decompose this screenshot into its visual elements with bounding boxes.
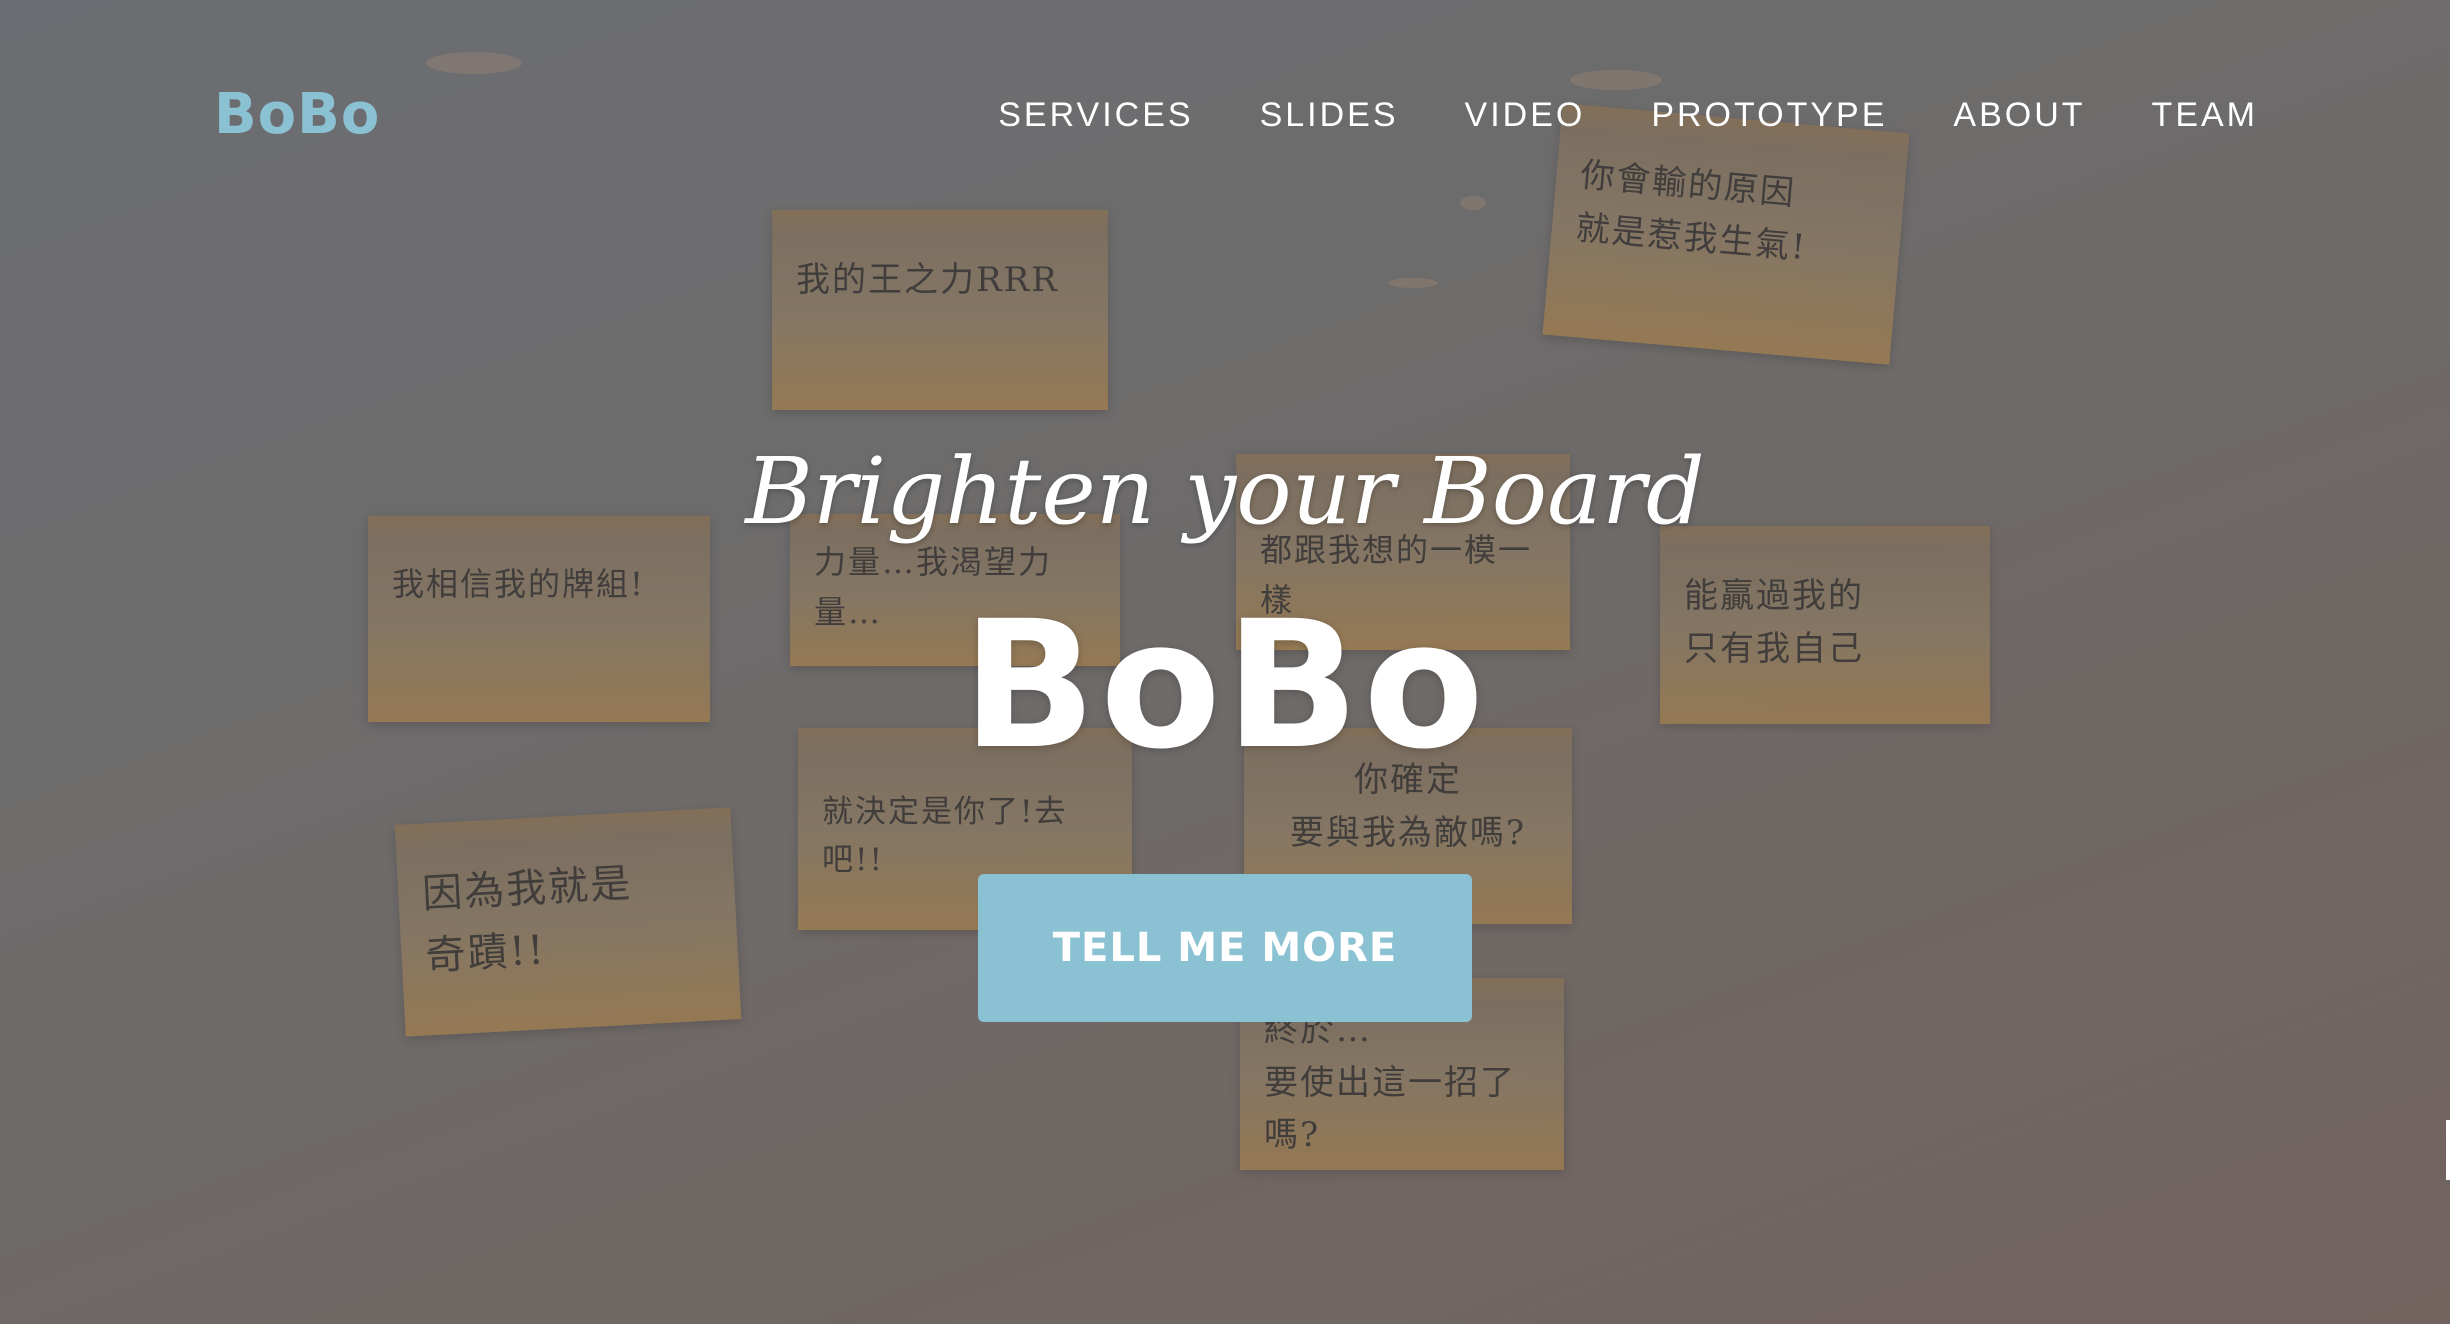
- nav-link-prototype[interactable]: PROTOTYPE: [1651, 96, 1887, 135]
- nav-link-services[interactable]: SERVICES: [998, 96, 1193, 135]
- hero-tagline: Brighten your Board: [745, 438, 1705, 545]
- hero-logo: BoBo: [961, 583, 1489, 788]
- navbar: BoBo SERVICES SLIDES VIDEO PROTOTYPE ABO…: [0, 0, 2450, 240]
- brand-logo[interactable]: BoBo: [214, 82, 380, 147]
- nav-link-about[interactable]: ABOUT: [1953, 96, 2085, 135]
- scrollbar-edge: [2446, 1120, 2450, 1180]
- nav-link-slides[interactable]: SLIDES: [1260, 96, 1399, 135]
- nav-link-team[interactable]: TEAM: [2152, 96, 2258, 135]
- nav-link-video[interactable]: VIDEO: [1465, 96, 1586, 135]
- tell-me-more-button[interactable]: TELL ME MORE: [978, 874, 1472, 1022]
- nav-menu: SERVICES SLIDES VIDEO PROTOTYPE ABOUT TE…: [998, 96, 2258, 135]
